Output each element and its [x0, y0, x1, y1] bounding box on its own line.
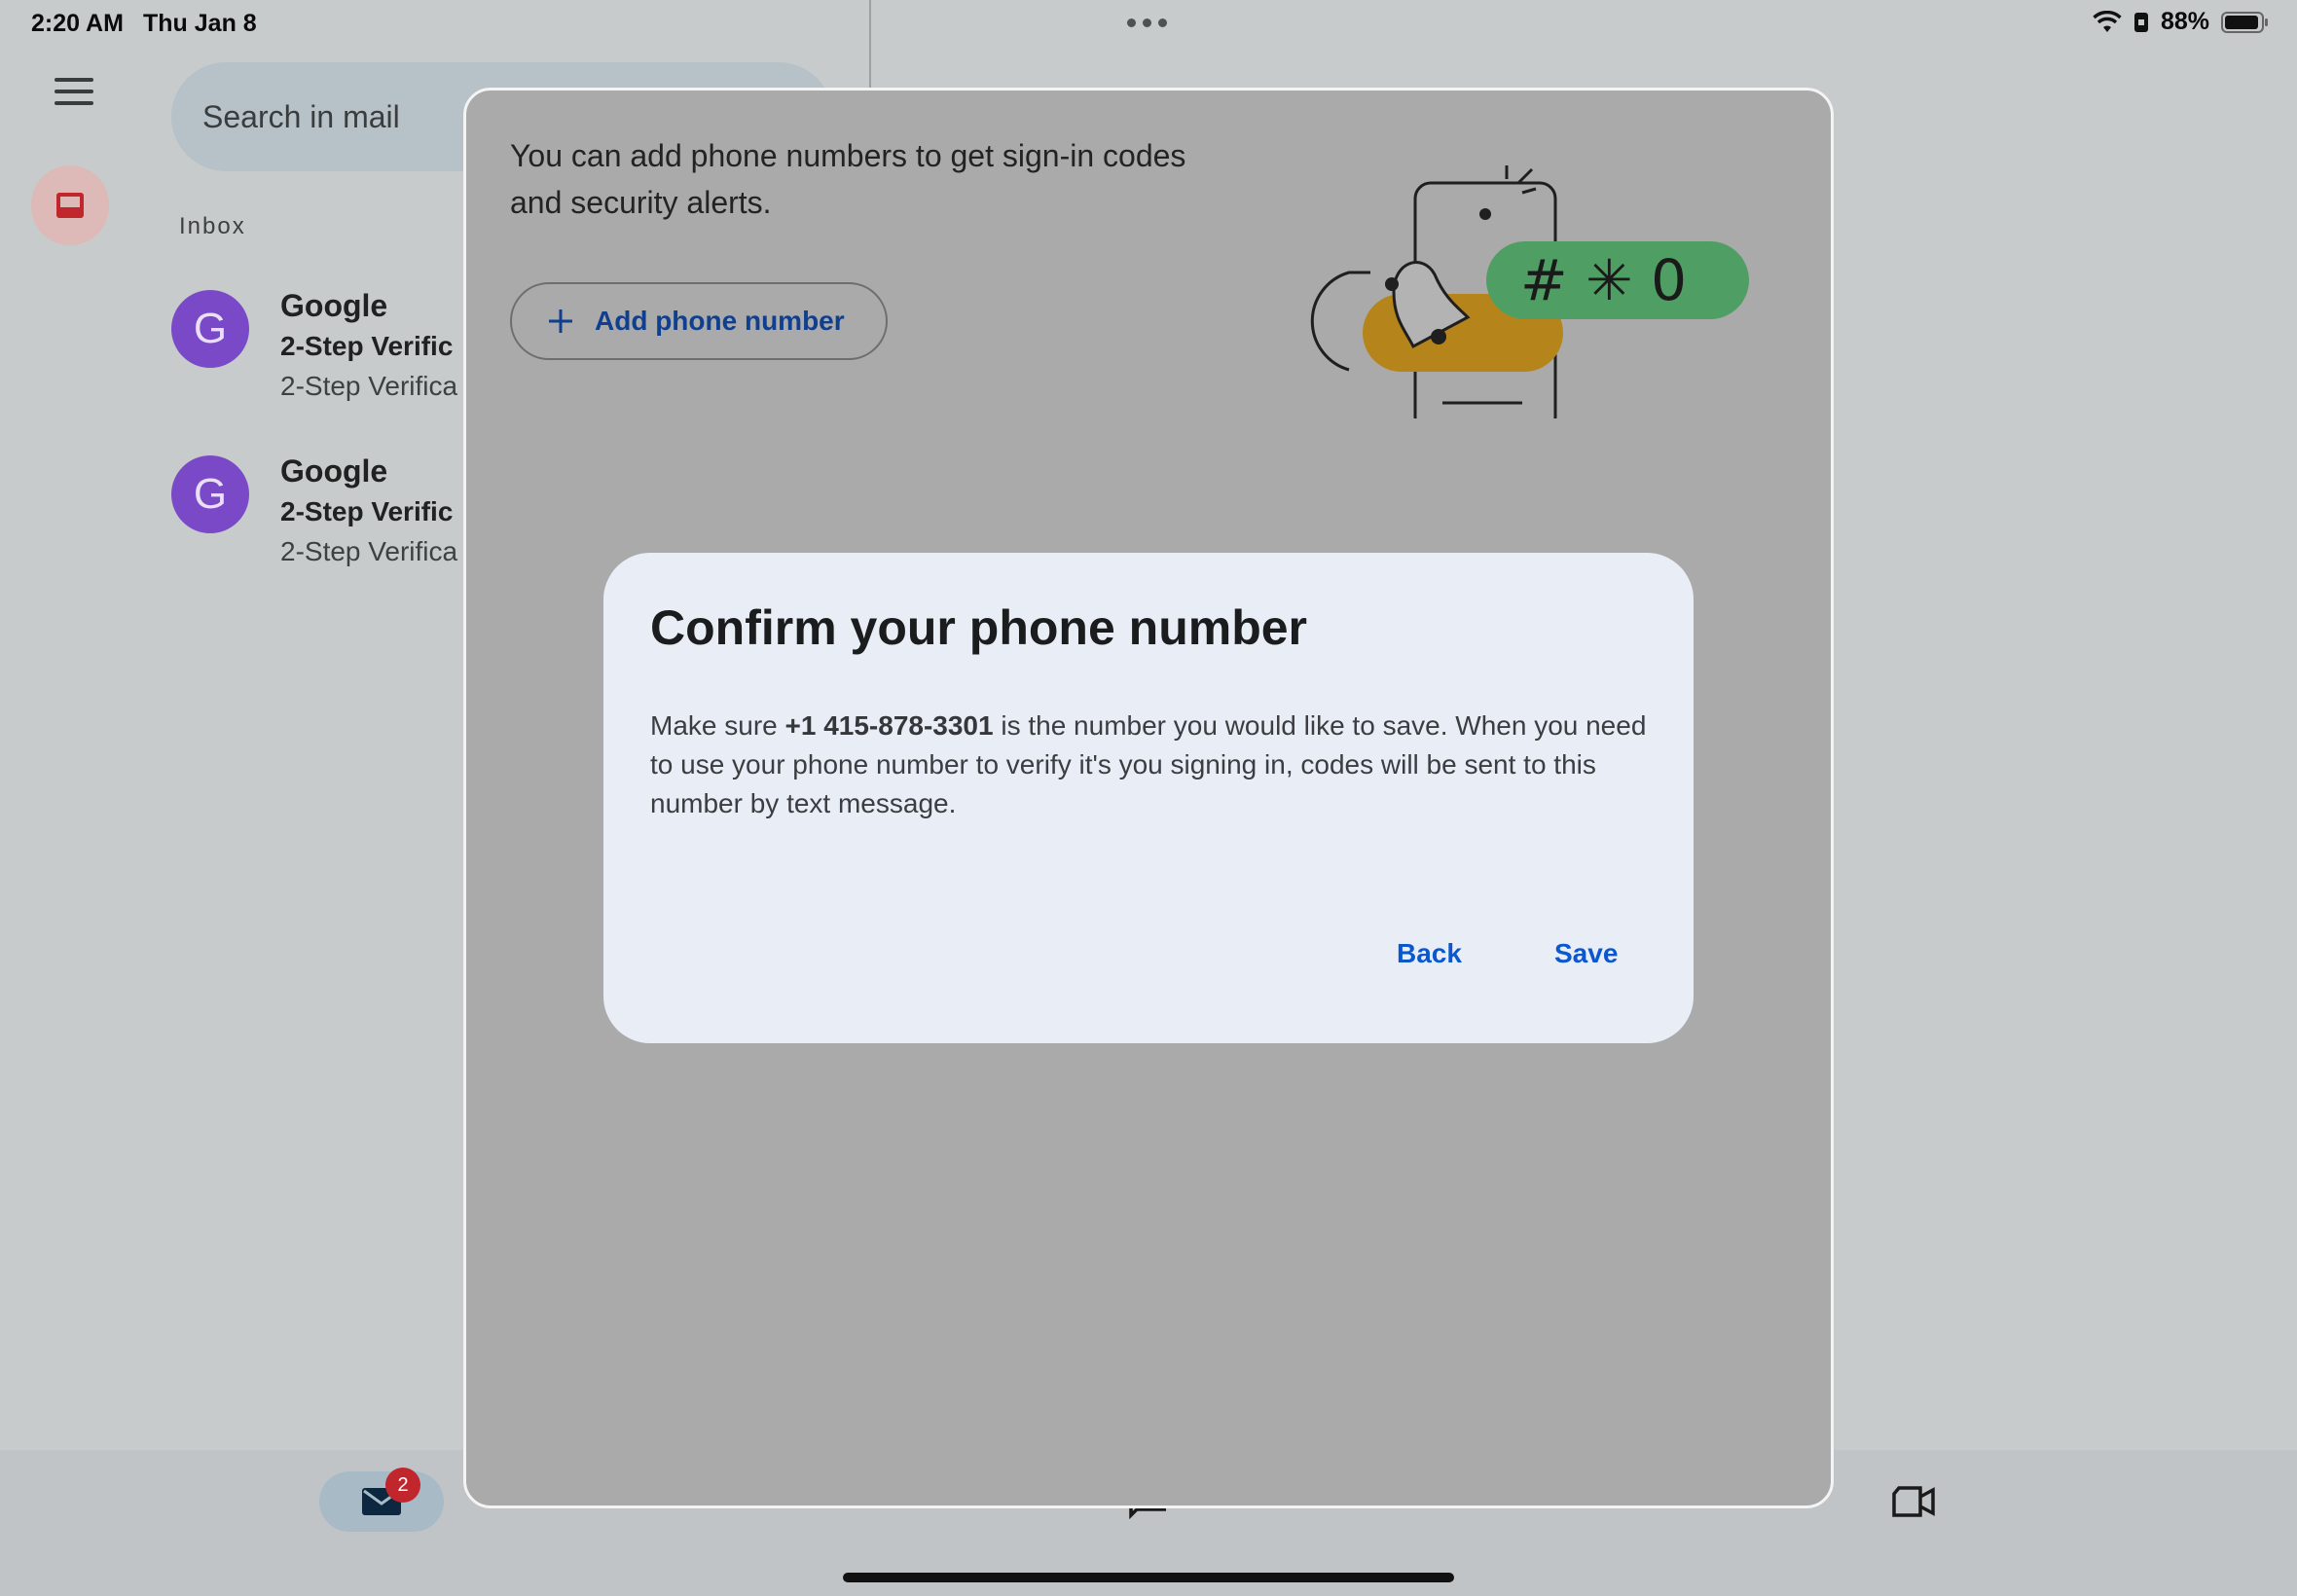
message-prefix: Make sure [650, 710, 785, 741]
home-indicator[interactable] [843, 1573, 1454, 1582]
unread-badge: 2 [385, 1468, 420, 1503]
hamburger-menu-icon[interactable] [55, 78, 93, 109]
dialog-title: Confirm your phone number [650, 600, 1307, 655]
wifi-icon [2093, 10, 2122, 32]
inbox-label: Inbox [179, 213, 246, 239]
illustration-code: # ✳ 0 [1520, 247, 1687, 313]
add-phone-number-button[interactable]: Add phone number [510, 282, 888, 360]
inbox-rail-button[interactable] [31, 165, 109, 245]
save-button[interactable]: Save [1554, 938, 1618, 969]
email-subject: 2-Step Verific [280, 331, 454, 361]
inbox-icon [56, 193, 84, 218]
sheet-description: You can add phone numbers to get sign-in… [510, 138, 1186, 220]
phone-number: +1 415-878-3301 [784, 710, 994, 741]
status-time: 2:20 AM [31, 10, 124, 37]
status-indicators: 88% [2093, 8, 2270, 36]
phone-security-illustration: # ✳ 0 [1310, 165, 1749, 418]
plus-icon [549, 309, 572, 333]
confirm-phone-dialog: Confirm your phone number Make sure +1 4… [603, 553, 1694, 1043]
email-subject: 2-Step Verific [280, 496, 454, 526]
dialog-message: Make sure +1 415-878-3301 is the number … [650, 707, 1653, 823]
email-snippet: 2-Step Verifica [280, 536, 458, 566]
avatar: G [171, 455, 249, 533]
email-snippet: 2-Step Verifica [280, 371, 458, 401]
multitasking-dots[interactable] [1127, 18, 1167, 27]
mail-tab[interactable] [319, 1471, 444, 1532]
lock-rotation-icon [2133, 12, 2148, 32]
battery-icon [2221, 11, 2268, 33]
email-sender: Google [280, 453, 388, 489]
video-icon[interactable] [1891, 1484, 1936, 1519]
search-input[interactable]: Search in mail [202, 99, 400, 135]
battery-percentage: 88% [2160, 8, 2209, 35]
email-sender: Google [280, 288, 388, 323]
add-phone-number-label: Add phone number [595, 306, 845, 336]
pane-divider [869, 0, 871, 88]
status-bar: 2:20 AM Thu Jan 8 88% [0, 0, 2297, 47]
status-date: Thu Jan 8 [143, 10, 257, 37]
back-button[interactable]: Back [1397, 938, 1462, 969]
screen: 2:20 AM Thu Jan 8 88% Search in mail Inb… [0, 0, 2297, 1596]
avatar: G [171, 290, 249, 368]
